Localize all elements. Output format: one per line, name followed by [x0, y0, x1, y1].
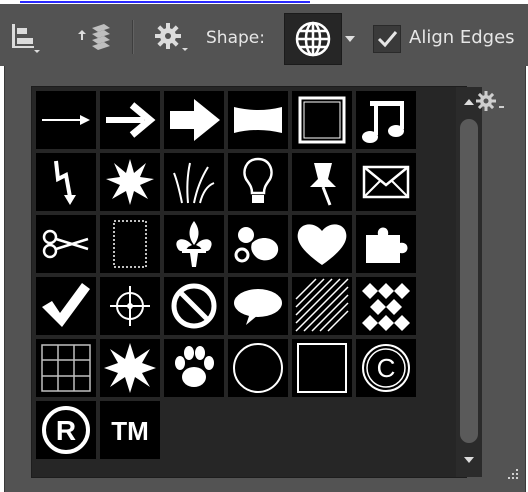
scroll-up-arrow-icon[interactable]: [464, 99, 474, 105]
checkmark-icon: [377, 31, 398, 48]
globe-icon: [295, 21, 331, 57]
shape-heart[interactable]: [292, 215, 352, 273]
vertical-scrollbar[interactable]: [456, 87, 482, 477]
shape-arrow-bold[interactable]: [164, 91, 224, 149]
shape-no-sign[interactable]: [164, 277, 224, 335]
shape-frame-square[interactable]: [292, 91, 352, 149]
shape-speech-bubble[interactable]: [228, 277, 288, 335]
align-edges-label: Align Edges: [409, 27, 515, 48]
shape-music-note[interactable]: [356, 91, 416, 149]
panel-gear-icon[interactable]: [475, 90, 509, 118]
shape-registered[interactable]: R: [36, 401, 96, 459]
shape-grass[interactable]: [164, 153, 224, 211]
shape-puzzle[interactable]: [356, 215, 416, 273]
gear-icon[interactable]: [152, 20, 192, 58]
shape-trademark[interactable]: TM: [100, 401, 160, 459]
shape-checkerboard[interactable]: [356, 277, 416, 335]
scroll-down-arrow-icon[interactable]: [464, 457, 474, 463]
shape-starburst-bold[interactable]: [100, 339, 160, 397]
shape-checkmark[interactable]: [36, 277, 96, 335]
options-bar: Shape: Align Edges: [0, 4, 528, 66]
shape-picker-panel: C R TM: [4, 66, 526, 492]
shape-diagonal-lines[interactable]: [292, 277, 352, 335]
shape-circle-frame[interactable]: [228, 339, 288, 397]
chevron-down-icon[interactable]: [345, 36, 355, 42]
shape-lightning[interactable]: [36, 153, 96, 211]
resize-grip-icon[interactable]: [505, 466, 521, 486]
shape-grid: C R TM: [31, 86, 482, 478]
shape-copyright[interactable]: C: [356, 339, 416, 397]
shape-fleur-de-lis[interactable]: [164, 215, 224, 273]
scrollbar-thumb[interactable]: [460, 119, 478, 443]
align-edges-checkbox[interactable]: [373, 25, 401, 53]
shape-arrow-medium[interactable]: [100, 91, 160, 149]
shape-stamp[interactable]: [100, 215, 160, 273]
shape-lightbulb[interactable]: [228, 153, 288, 211]
copyright-glyph: C: [377, 353, 396, 383]
shape-ornament[interactable]: [228, 215, 288, 273]
shape-starburst[interactable]: [100, 153, 160, 211]
arrange-layers-icon[interactable]: [72, 20, 112, 58]
shape-picker-button[interactable]: [284, 13, 342, 65]
shape-envelope[interactable]: [356, 153, 416, 211]
trademark-glyph: TM: [111, 416, 149, 446]
shape-arrow-thin[interactable]: [36, 91, 96, 149]
shape-crosshair[interactable]: [100, 277, 160, 335]
align-icon[interactable]: [8, 20, 42, 58]
shape-scissors[interactable]: [36, 215, 96, 273]
shape-label: Shape:: [206, 28, 265, 48]
link-underline: [20, 0, 310, 3]
shape-square-frame[interactable]: [292, 339, 352, 397]
shape-banner[interactable]: [228, 91, 288, 149]
separator: [132, 20, 134, 54]
shape-pushpin[interactable]: [292, 153, 352, 211]
shape-paw-print[interactable]: [164, 339, 224, 397]
shape-grid[interactable]: [36, 339, 96, 397]
registered-glyph: R: [56, 415, 76, 446]
